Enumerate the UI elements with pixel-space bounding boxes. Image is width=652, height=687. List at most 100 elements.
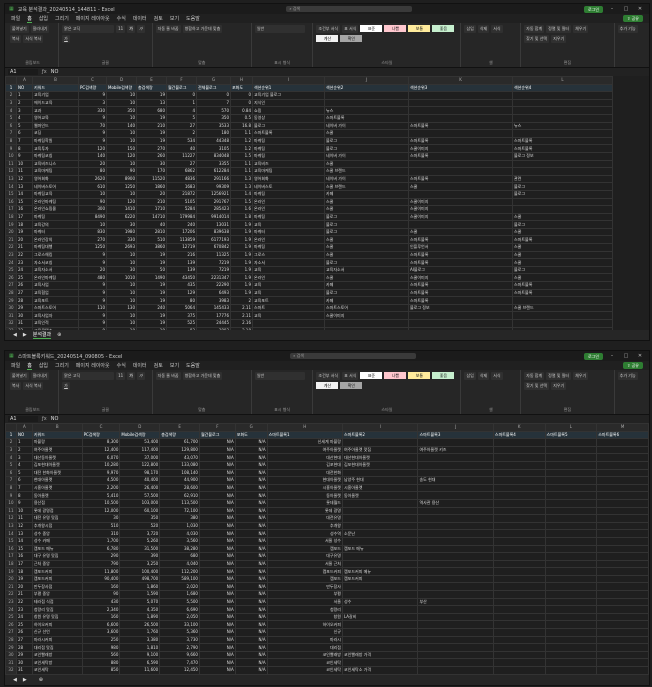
table-cell[interactable]: 3533 <box>196 121 231 131</box>
table-cell[interactable]: 2 <box>16 98 33 108</box>
row-number[interactable]: 17 <box>5 552 17 561</box>
table-cell[interactable]: 290 <box>81 552 121 561</box>
table-cell[interactable]: N/A <box>198 597 236 607</box>
row-number[interactable]: 15 <box>5 536 17 546</box>
table-cell[interactable]: 블로그 <box>324 144 409 153</box>
wrap-text-button[interactable]: 자동 줄 바꿈 <box>155 372 181 380</box>
table-cell[interactable]: 26,500 <box>119 620 161 630</box>
table-cell[interactable]: 9 <box>78 311 107 320</box>
table-cell[interactable]: 소문난 <box>341 529 419 538</box>
table-cell[interactable]: 동영상 <box>252 113 325 123</box>
tab-menu-6[interactable]: 데이터 <box>133 15 147 22</box>
table-cell[interactable]: 롯데 광명 <box>266 506 343 516</box>
table-cell[interactable]: 2.16 <box>230 319 253 328</box>
table-cell[interactable]: 11 <box>15 514 33 523</box>
table-cell[interactable]: 33,100 <box>159 620 200 630</box>
table-cell[interactable] <box>417 460 494 470</box>
table-cell[interactable]: 12 <box>16 174 33 184</box>
table-cell[interactable]: 31,500 <box>119 544 161 554</box>
table-cell[interactable]: 150 <box>106 144 137 153</box>
column-header[interactable]: B <box>31 423 83 432</box>
table-cell[interactable]: 10 <box>106 250 137 260</box>
table-cell[interactable]: 성수 <box>341 597 419 607</box>
table-cell[interactable]: 5,260 <box>119 536 161 546</box>
table-cell[interactable]: 스마트블록 <box>408 258 513 267</box>
table-cell[interactable]: 동아울렛 <box>341 491 419 500</box>
tab-menu-5[interactable]: 수식 <box>117 362 126 369</box>
table-cell[interactable]: 20 <box>16 235 33 245</box>
table-cell[interactable]: 인플루언서 <box>408 243 513 252</box>
table-cell[interactable] <box>544 597 598 607</box>
table-cell[interactable]: 캠포드커피 <box>341 574 419 584</box>
table-cell[interactable]: 27 <box>15 635 33 645</box>
table-cell[interactable]: N/A <box>234 567 268 576</box>
table-cell[interactable]: 1.9 <box>230 281 253 290</box>
table-cell[interactable]: 온라인 <box>252 197 325 207</box>
column-header[interactable]: E <box>136 76 167 85</box>
table-cell[interactable]: 9 <box>78 91 107 100</box>
table-cell[interactable] <box>417 605 494 614</box>
table-cell[interactable]: 마케팅 <box>252 144 325 153</box>
cut-button[interactable]: 잘라내기 <box>30 25 50 33</box>
table-cell[interactable]: 4,030 <box>159 529 200 538</box>
table-cell[interactable] <box>596 567 649 576</box>
table-cell[interactable]: 44,900 <box>159 476 200 485</box>
table-cell[interactable]: 스쿨 <box>512 227 613 237</box>
tab-menu-4[interactable]: 페이지 레이아웃 <box>76 15 110 22</box>
table-cell[interactable]: 110 <box>78 303 107 313</box>
table-cell[interactable]: 9 <box>78 288 107 298</box>
table-cell[interactable]: 캠포드커피 <box>266 567 343 576</box>
table-cell[interactable]: 130 <box>106 303 137 313</box>
table-cell[interactable]: 27 <box>166 121 197 131</box>
table-cell[interactable]: 스쿨 <box>408 227 513 237</box>
table-cell[interactable]: 139 <box>166 265 197 275</box>
row-number[interactable]: 21 <box>5 582 17 592</box>
table-cell[interactable]: 6 <box>15 476 33 485</box>
table-cell[interactable]: 스쿨이미지 <box>408 197 513 207</box>
table-cell[interactable] <box>492 574 546 584</box>
table-cell[interactable]: 블로그 <box>512 265 613 275</box>
table-cell[interactable]: 80 <box>166 296 197 305</box>
row-number[interactable]: 20 <box>5 227 17 237</box>
table-cell[interactable]: 코인세탁 <box>266 666 343 675</box>
italic-button[interactable]: 가 <box>136 25 145 33</box>
table-cell[interactable] <box>596 491 649 500</box>
table-cell[interactable]: 21 <box>15 590 33 599</box>
table-cell[interactable]: 교육자소서 <box>32 265 79 275</box>
table-cell[interactable]: 스쿨 브랜드 <box>324 182 409 191</box>
table-cell[interactable]: 680 <box>136 106 167 115</box>
table-cell[interactable]: 만두장사 <box>266 582 343 592</box>
table-cell[interactable]: 코인세탁방 <box>31 658 83 667</box>
table-cell[interactable] <box>492 658 546 667</box>
table-cell[interactable]: 마케팅코칭 <box>32 151 79 161</box>
table-cell[interactable]: 0 <box>230 91 253 100</box>
row-number[interactable]: 4 <box>5 453 17 462</box>
table-cell[interactable]: 3,600 <box>81 628 121 637</box>
table-cell[interactable]: 송도 현대 <box>417 476 494 485</box>
table-cell[interactable]: 캠포드커피 메뉴 <box>341 567 419 576</box>
table-cell[interactable]: 온라인 <box>252 205 325 214</box>
table-cell[interactable]: 510 <box>81 521 121 531</box>
table-cell[interactable]: 대구 유명 맛집 <box>31 552 83 561</box>
column-header[interactable]: B <box>32 76 79 85</box>
table-cell[interactable] <box>492 643 546 652</box>
table-cell[interactable] <box>417 574 494 584</box>
table-cell[interactable]: 3105 <box>196 144 231 153</box>
table-cell[interactable] <box>544 529 598 538</box>
table-cell[interactable]: 26 <box>16 281 33 290</box>
table-cell[interactable]: 10 <box>106 129 137 138</box>
table-cell[interactable]: 교육투자 <box>32 144 79 153</box>
table-cell[interactable]: 40,400 <box>119 476 161 485</box>
table-cell[interactable]: 160 <box>81 582 121 592</box>
table-cell[interactable]: 1.9 <box>230 220 253 229</box>
table-cell[interactable]: 27 <box>16 288 33 298</box>
table-cell[interactable] <box>596 643 649 652</box>
table-cell[interactable] <box>417 529 494 538</box>
table-cell[interactable]: 2,050 <box>159 612 200 622</box>
select-all-corner[interactable] <box>5 423 17 432</box>
table-cell[interactable]: 5064 <box>166 303 197 313</box>
table-cell[interactable]: 스쿨 브랜드 <box>512 303 613 313</box>
table-cell[interactable]: 10,500 <box>81 498 121 508</box>
login-button[interactable]: 로그인 <box>583 5 603 13</box>
table-cell[interactable]: 20 <box>15 582 33 592</box>
